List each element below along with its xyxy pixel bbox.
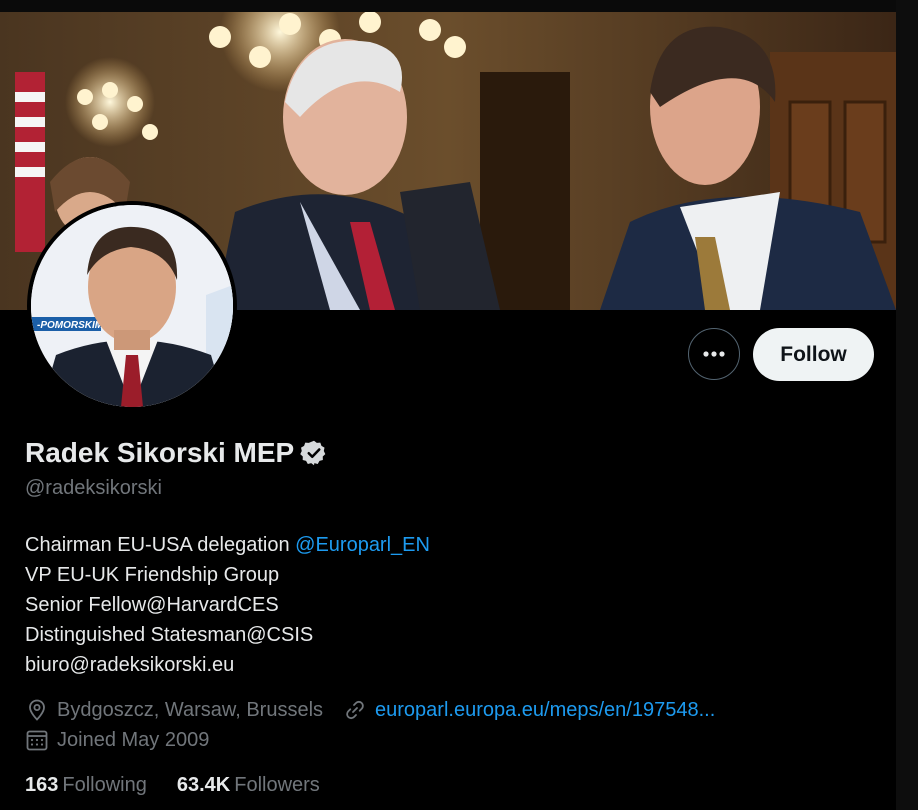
top-strip — [0, 0, 918, 12]
bio-line: Chairman EU-USA delegation @Europarl_EN — [25, 530, 430, 560]
profile-website-link[interactable]: europarl.europa.eu/meps/en/197548... — [375, 699, 715, 722]
avatar-frame: -POMORSKIM — [27, 201, 237, 411]
bio-email: biuro@radeksikorski.eu — [25, 654, 235, 676]
profile-bio: Chairman EU-USA delegation @Europarl_EN … — [25, 530, 430, 680]
link-icon — [346, 700, 364, 720]
scrollbar-gutter — [896, 0, 918, 810]
bio-line: VP EU-UK Friendship Group — [25, 564, 280, 586]
followers-stat-link[interactable]: 63.4K Followers — [177, 774, 320, 797]
avatar-backdrop-text: -POMORSKIM — [37, 320, 104, 331]
following-count: 163 — [25, 774, 59, 796]
profile-joined-date: Joined May 2009 — [57, 728, 210, 751]
more-options-button[interactable] — [688, 328, 740, 380]
more-horizontal-icon — [703, 351, 725, 357]
profile-name: Radek Sikorski MEP — [25, 437, 295, 468]
bio-mention-link[interactable]: @Europarl_EN — [295, 534, 430, 556]
follow-button[interactable]: Follow — [753, 328, 874, 381]
profile-joined-row: Joined May 2009 — [25, 728, 209, 752]
followers-label: Followers — [234, 774, 320, 796]
profile-handle: @radeksikorski — [25, 477, 163, 499]
profile-name-row: Radek Sikorski MEP — [25, 437, 328, 469]
calendar-icon — [26, 730, 48, 751]
bio-text: Chairman EU-USA delegation — [25, 534, 296, 556]
followers-count: 63.4K — [176, 774, 231, 796]
bio-line: Senior Fellow@HarvardCES — [25, 594, 279, 616]
following-label: Following — [62, 774, 147, 796]
verified-badge-icon[interactable] — [300, 439, 328, 467]
profile-location: Bydgoszcz, Warsaw, Brussels — [57, 698, 324, 721]
following-stat-link[interactable]: 163 Following — [25, 774, 147, 797]
location-pin-icon — [29, 699, 45, 721]
bio-line: Distinguished Statesman@CSIS — [25, 624, 314, 646]
profile-stats: 163 Following 63.4K Followers — [25, 774, 350, 797]
profile-meta-row: Bydgoszcz, Warsaw, Brussels europarl.eur… — [25, 698, 715, 722]
avatar[interactable]: -POMORSKIM — [31, 205, 233, 407]
